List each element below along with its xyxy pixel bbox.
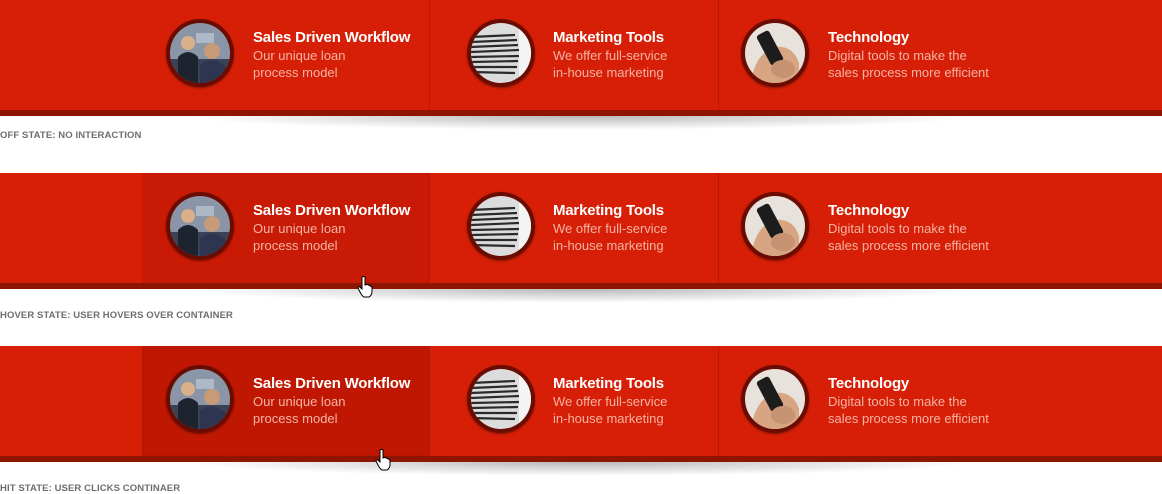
item-title: Marketing Tools — [553, 375, 664, 392]
band-shadow — [180, 289, 980, 303]
smartphone-hand-icon — [741, 192, 809, 260]
item-title: Marketing Tools — [553, 202, 664, 219]
item-title: Sales Driven Workflow — [253, 202, 411, 219]
nav-item-technology[interactable]: Technology Digital tools to make the sale… — [719, 0, 1009, 110]
smartphone-hand-icon — [741, 365, 809, 433]
nav-item-marketing-tools[interactable]: Marketing Tools We offer full-service in-… — [430, 346, 718, 456]
binder-pages-icon — [467, 19, 535, 87]
item-description: We offer full-service in-house marketing — [553, 221, 668, 253]
band-shadow — [180, 116, 980, 130]
item-title: Sales Driven Workflow — [253, 375, 411, 392]
binder-pages-icon — [467, 192, 535, 260]
band-shadow — [180, 462, 980, 476]
item-description: Our unique loan process model — [253, 221, 346, 253]
meeting-photo-icon — [166, 19, 234, 87]
nav-band-hover: Sales Driven Workflow Our unique loan pro… — [0, 173, 1162, 289]
nav-item-technology[interactable]: Technology Digital tools to make the sale… — [719, 173, 1009, 283]
item-description: Digital tools to make the sales process m… — [828, 221, 989, 253]
item-title: Marketing Tools — [553, 29, 664, 46]
item-description: Digital tools to make the sales process m… — [828, 394, 989, 426]
item-description: Our unique loan process model — [253, 48, 346, 80]
item-description: Our unique loan process model — [253, 394, 346, 426]
nav-item-marketing-tools[interactable]: Marketing Tools We offer full-service in-… — [430, 0, 718, 110]
item-description: We offer full-service in-house marketing — [553, 48, 668, 80]
nav-band-hit: Sales Driven Workflow Our unique loan pro… — [0, 346, 1162, 462]
state-caption: HOVER STATE: USER HOVERS OVER CONTAINER — [0, 310, 233, 321]
item-title: Technology — [828, 202, 910, 219]
item-title: Technology — [828, 29, 910, 46]
nav-band-off: Sales Driven Workflow Our unique loan pro… — [0, 0, 1162, 116]
smartphone-hand-icon — [741, 19, 809, 87]
meeting-photo-icon — [166, 365, 234, 433]
meeting-photo-icon — [166, 192, 234, 260]
item-description: Digital tools to make the sales process m… — [828, 48, 989, 80]
hand-cursor-icon — [357, 276, 373, 298]
hand-cursor-icon — [375, 449, 391, 471]
nav-item-marketing-tools[interactable]: Marketing Tools We offer full-service in-… — [430, 173, 718, 283]
nav-item-sales-workflow[interactable]: Sales Driven Workflow Our unique loan pro… — [142, 346, 429, 456]
nav-item-sales-workflow[interactable]: Sales Driven Workflow Our unique loan pro… — [142, 0, 429, 110]
state-caption: HIT STATE: USER CLICKS CONTINAER — [0, 483, 181, 494]
binder-pages-icon — [467, 365, 535, 433]
nav-item-sales-workflow[interactable]: Sales Driven Workflow Our unique loan pro… — [142, 173, 429, 283]
item-title: Technology — [828, 375, 910, 392]
item-title: Sales Driven Workflow — [253, 29, 411, 46]
state-caption: OFF STATE: NO INTERACTION — [0, 130, 142, 141]
item-description: We offer full-service in-house marketing — [553, 394, 668, 426]
nav-item-technology[interactable]: Technology Digital tools to make the sale… — [719, 346, 1009, 456]
